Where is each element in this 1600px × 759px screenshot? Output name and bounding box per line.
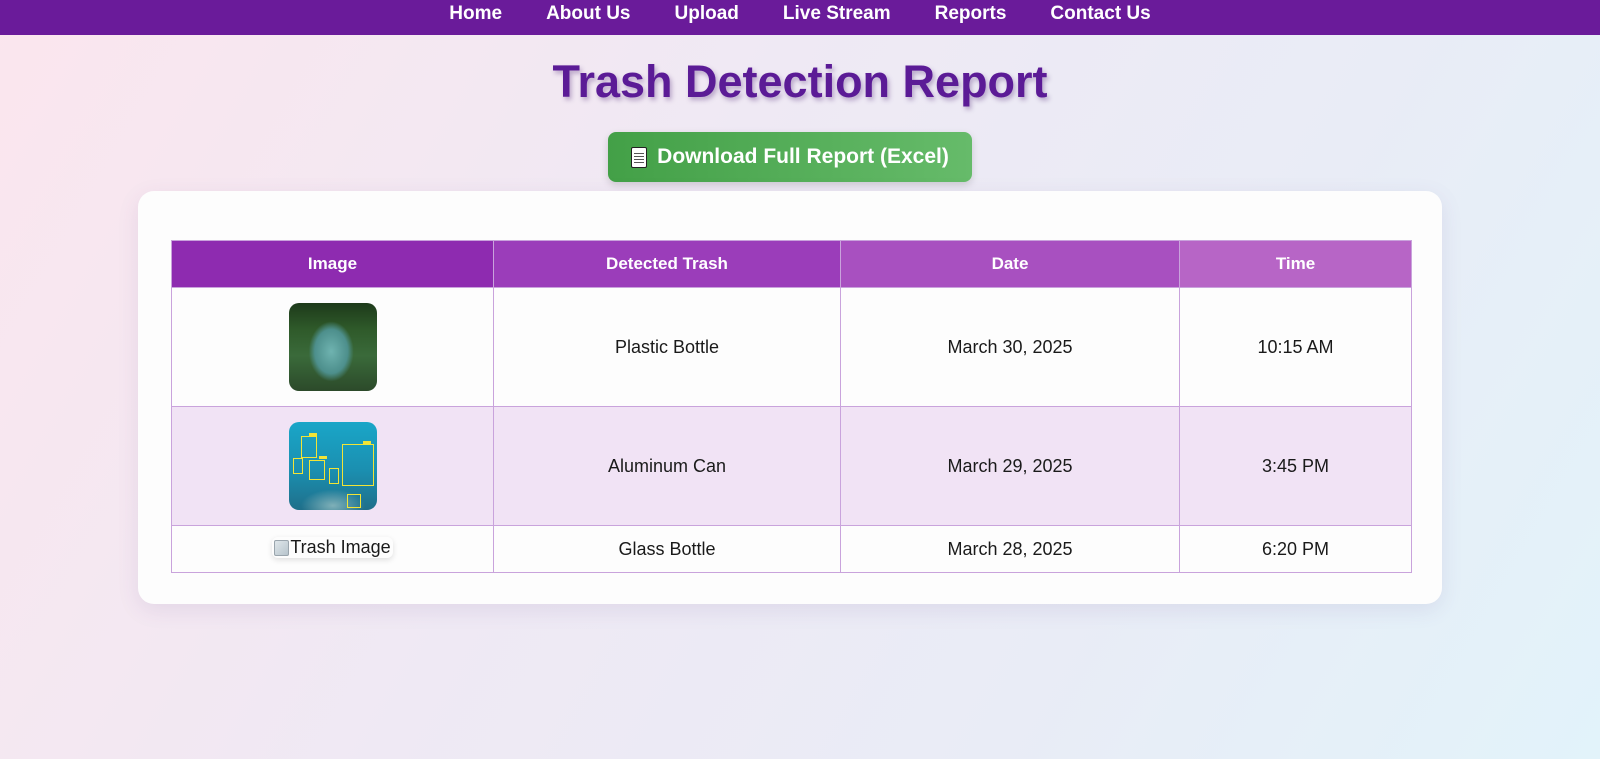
detected-trash-cell: Aluminum Can <box>493 406 841 526</box>
detection-box <box>346 494 361 508</box>
table-header-row: Image Detected Trash Date Time <box>171 240 1412 288</box>
broken-image-icon <box>274 539 290 556</box>
image-cell: Trash Image <box>171 525 494 573</box>
detection-label <box>362 441 371 444</box>
document-icon <box>631 146 648 168</box>
detection-box <box>328 468 339 484</box>
column-header-detected-trash: Detected Trash <box>493 240 841 288</box>
detection-box <box>292 458 303 474</box>
detection-box <box>300 436 317 458</box>
river-thumbnail-image <box>288 303 377 391</box>
broken-image-placeholder: Trash Image <box>272 537 392 558</box>
detection-label <box>318 456 327 459</box>
detected-trash-cell: Plastic Bottle <box>493 287 841 407</box>
underwater-detection-thumbnail-image <box>288 422 377 510</box>
column-header-time: Time <box>1179 240 1412 288</box>
time-cell: 3:45 PM <box>1179 406 1412 526</box>
nav-reports-link[interactable]: Reports <box>935 3 1007 25</box>
detection-box <box>341 444 374 486</box>
table-row: Aluminum Can March 29, 2025 3:45 PM <box>171 406 1412 526</box>
column-header-date: Date <box>840 240 1180 288</box>
date-cell: March 28, 2025 <box>840 525 1180 573</box>
download-button-label: Download Full Report (Excel) <box>657 145 949 168</box>
detected-trash-cell: Glass Bottle <box>493 525 841 573</box>
column-header-image: Image <box>171 240 494 288</box>
time-cell: 10:15 AM <box>1179 287 1412 407</box>
nav-home-link[interactable]: Home <box>449 3 502 25</box>
nav-live-stream-link[interactable]: Live Stream <box>783 3 891 25</box>
top-navbar: Home About Us Upload Live Stream Reports… <box>0 0 1600 35</box>
nav-contact-link[interactable]: Contact Us <box>1050 3 1150 25</box>
download-report-button[interactable]: Download Full Report (Excel) <box>608 132 972 182</box>
report-table: Image Detected Trash Date Time Plastic B… <box>171 240 1412 573</box>
date-cell: March 29, 2025 <box>840 406 1180 526</box>
detection-label <box>308 433 317 436</box>
image-alt-text: Trash Image <box>290 537 391 558</box>
table-row: Plastic Bottle March 30, 2025 10:15 AM <box>171 287 1412 407</box>
table-row: Trash Image Glass Bottle March 28, 2025 … <box>171 525 1412 573</box>
time-cell: 6:20 PM <box>1179 525 1412 573</box>
report-card: Image Detected Trash Date Time Plastic B… <box>138 191 1442 604</box>
detection-box <box>308 460 325 480</box>
page-title: Trash Detection Report <box>552 56 1048 107</box>
image-cell <box>171 287 494 407</box>
image-cell <box>171 406 494 526</box>
nav-upload-link[interactable]: Upload <box>675 3 739 25</box>
nav-about-link[interactable]: About Us <box>546 3 630 25</box>
date-cell: March 30, 2025 <box>840 287 1180 407</box>
